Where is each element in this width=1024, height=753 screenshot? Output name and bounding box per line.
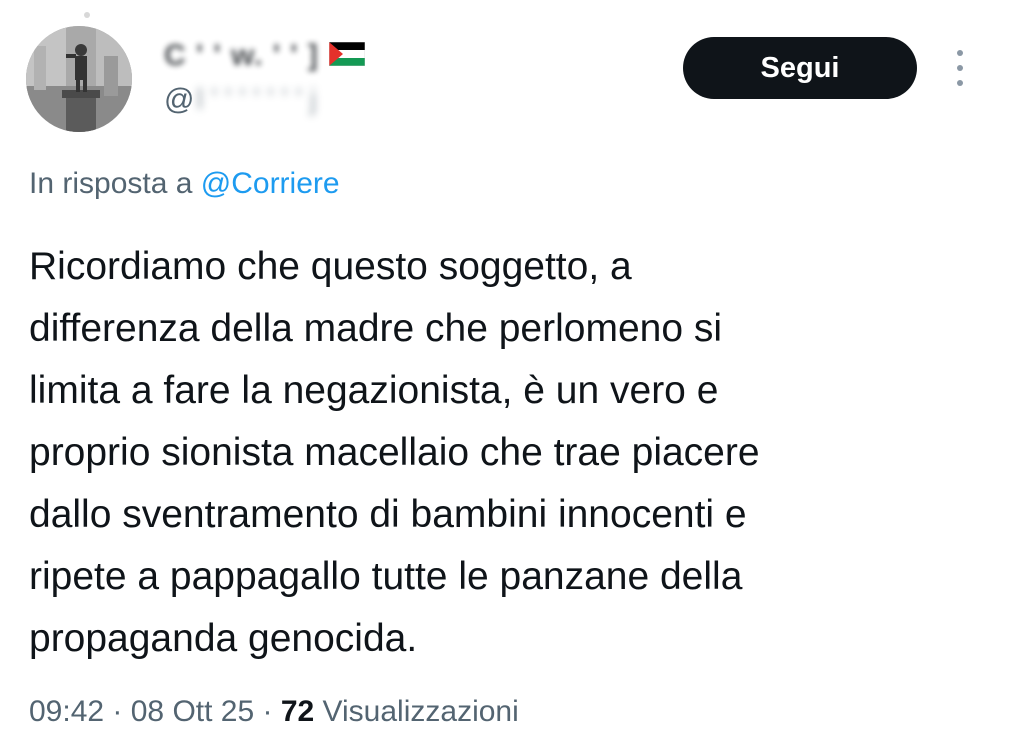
author-name-row[interactable]: C ' ' w. ' ' ] — [164, 38, 366, 74]
meta-separator: · — [104, 695, 131, 728]
decorative-dot — [84, 12, 90, 18]
reply-mention-link[interactable]: @Corriere — [201, 167, 340, 200]
tweet-line: proprio sionista macellaio che trae piac… — [29, 431, 760, 474]
avatar-statue-image — [26, 26, 132, 132]
tweet-line: dallo sventramento di bambini innocenti … — [29, 493, 747, 536]
tweet-line: differenza della madre che perlomeno si — [29, 307, 723, 350]
handle-at-sign: @ — [164, 83, 195, 116]
tweet-date[interactable]: 08 Ott 25 — [131, 695, 254, 728]
reply-context: In risposta a @Corriere — [29, 164, 340, 204]
author-handle[interactable]: @ l ' ' ' ' ' ' ' j — [164, 82, 317, 118]
tweet-line: propaganda genocida. — [29, 617, 418, 660]
palestine-flag-icon — [328, 41, 366, 71]
tweet-line: ripete a pappagallo tutte le panzane del… — [29, 555, 743, 598]
meta-separator: · — [254, 695, 281, 728]
tweet-time[interactable]: 09:42 — [29, 695, 104, 728]
tweet-meta: 09:42 · 08 Ott 25 · 72 Visualizzazioni — [29, 690, 519, 734]
views-count[interactable]: 72 — [281, 695, 314, 728]
reply-prefix: In risposta a — [29, 167, 201, 200]
ellipsis-dot — [957, 50, 963, 56]
handle-redacted: l ' ' ' ' ' ' ' j — [196, 83, 317, 116]
follow-button[interactable]: Segui — [683, 37, 917, 99]
vertical-ellipsis-icon[interactable] — [950, 50, 970, 86]
ellipsis-dot — [957, 80, 963, 86]
tweet-text: Ricordiamo che questo soggetto, a differ… — [29, 236, 989, 670]
tweet-line: Ricordiamo che questo soggetto, a — [29, 245, 632, 288]
tweet-line: limita a fare la negazionista, è un vero… — [29, 369, 719, 412]
views-label[interactable]: Visualizzazioni — [314, 695, 519, 728]
author-display-name[interactable]: C ' ' w. ' ' ] — [164, 39, 319, 73]
avatar[interactable] — [26, 26, 132, 132]
ellipsis-dot — [957, 65, 963, 71]
